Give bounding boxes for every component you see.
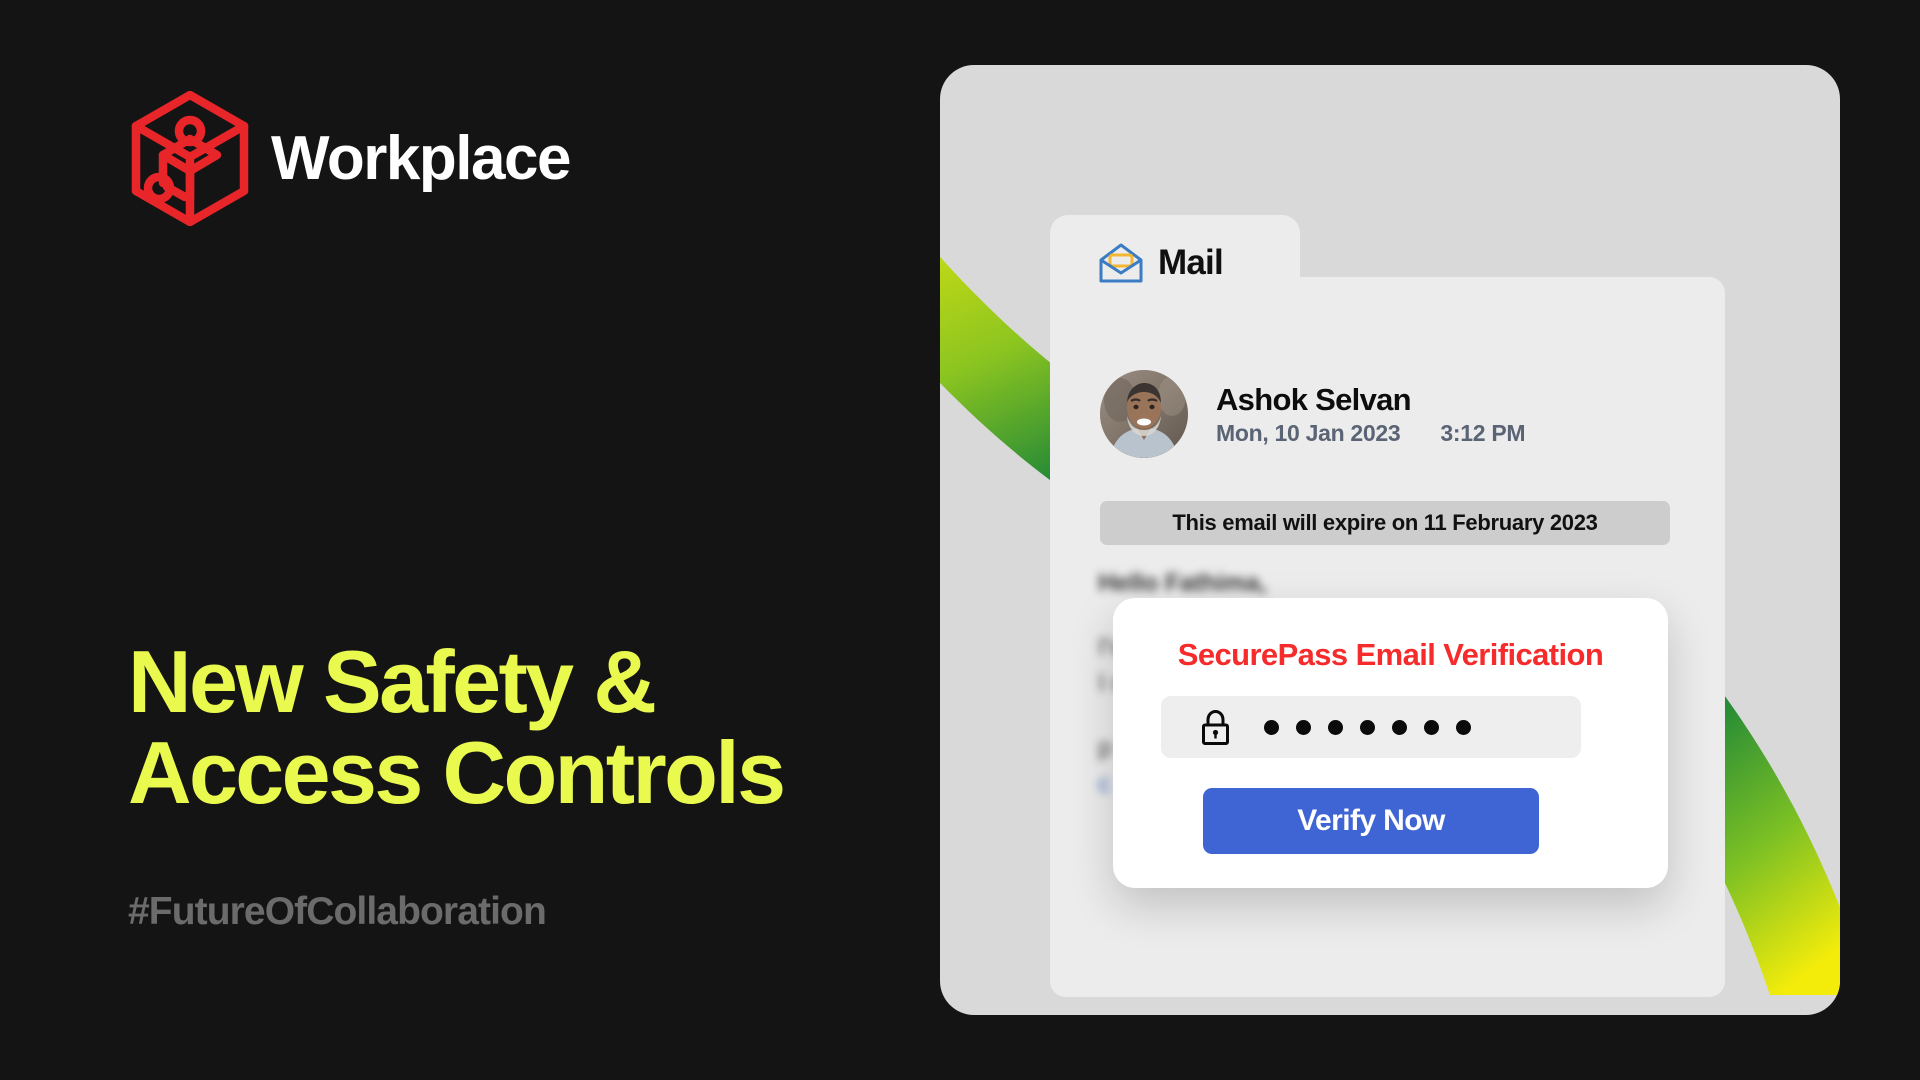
brand-name: Workplace <box>271 123 571 193</box>
verify-now-button[interactable]: Verify Now <box>1203 788 1539 854</box>
email-greeting: Hello Fathima, <box>1098 569 1267 597</box>
expiry-banner: This email will expire on 11 February 20… <box>1100 501 1670 545</box>
page-title: New Safety & Access Controls <box>128 632 786 822</box>
securepass-verification-modal: SecurePass Email Verification Verify Now <box>1113 598 1668 888</box>
password-dot <box>1296 719 1311 735</box>
promo-graphic-canvas: Workplace New Safety & Access Controls #… <box>0 0 1920 1080</box>
verify-now-label: Verify Now <box>1297 804 1445 837</box>
tab-mail-label: Mail <box>1158 243 1224 282</box>
avatar <box>1100 370 1188 458</box>
securepass-title: SecurePass Email Verification <box>1177 637 1604 672</box>
message-time: 3:12 PM <box>1440 419 1526 446</box>
app-surface: Mail Ashok Selvan Mon, 10 Jan 2023 3:12 … <box>940 65 1840 1015</box>
password-dot <box>1392 719 1407 735</box>
password-dot <box>1456 719 1471 735</box>
expiry-notice-text: This email will expire on 11 February 20… <box>1172 510 1598 535</box>
password-dot <box>1328 719 1343 735</box>
tab-mail[interactable]: Mail <box>1050 215 1300 310</box>
right-visual-panel: Mail Ashok Selvan Mon, 10 Jan 2023 3:12 … <box>940 0 1920 1080</box>
sender-row: Ashok Selvan Mon, 10 Jan 2023 3:12 PM <box>1100 370 1526 458</box>
sender-meta: Ashok Selvan Mon, 10 Jan 2023 3:12 PM <box>1216 381 1526 446</box>
sender-timestamp-row: Mon, 10 Jan 2023 3:12 PM <box>1216 419 1526 446</box>
campaign-hashtag: #FutureOfCollaboration <box>128 890 547 933</box>
password-field[interactable] <box>1161 696 1581 758</box>
sender-name: Ashok Selvan <box>1216 381 1412 417</box>
left-content-panel: Workplace New Safety & Access Controls #… <box>0 0 940 1080</box>
open-envelope-icon <box>1099 243 1143 282</box>
brand-lockup: Workplace <box>131 91 571 226</box>
password-dot <box>1264 719 1279 735</box>
password-dot <box>1424 719 1439 735</box>
password-masked-value <box>1264 719 1471 735</box>
password-dot <box>1360 719 1375 735</box>
message-date: Mon, 10 Jan 2023 <box>1216 419 1401 446</box>
workplace-cube-logo-icon <box>131 91 249 226</box>
lock-icon <box>1202 709 1229 745</box>
